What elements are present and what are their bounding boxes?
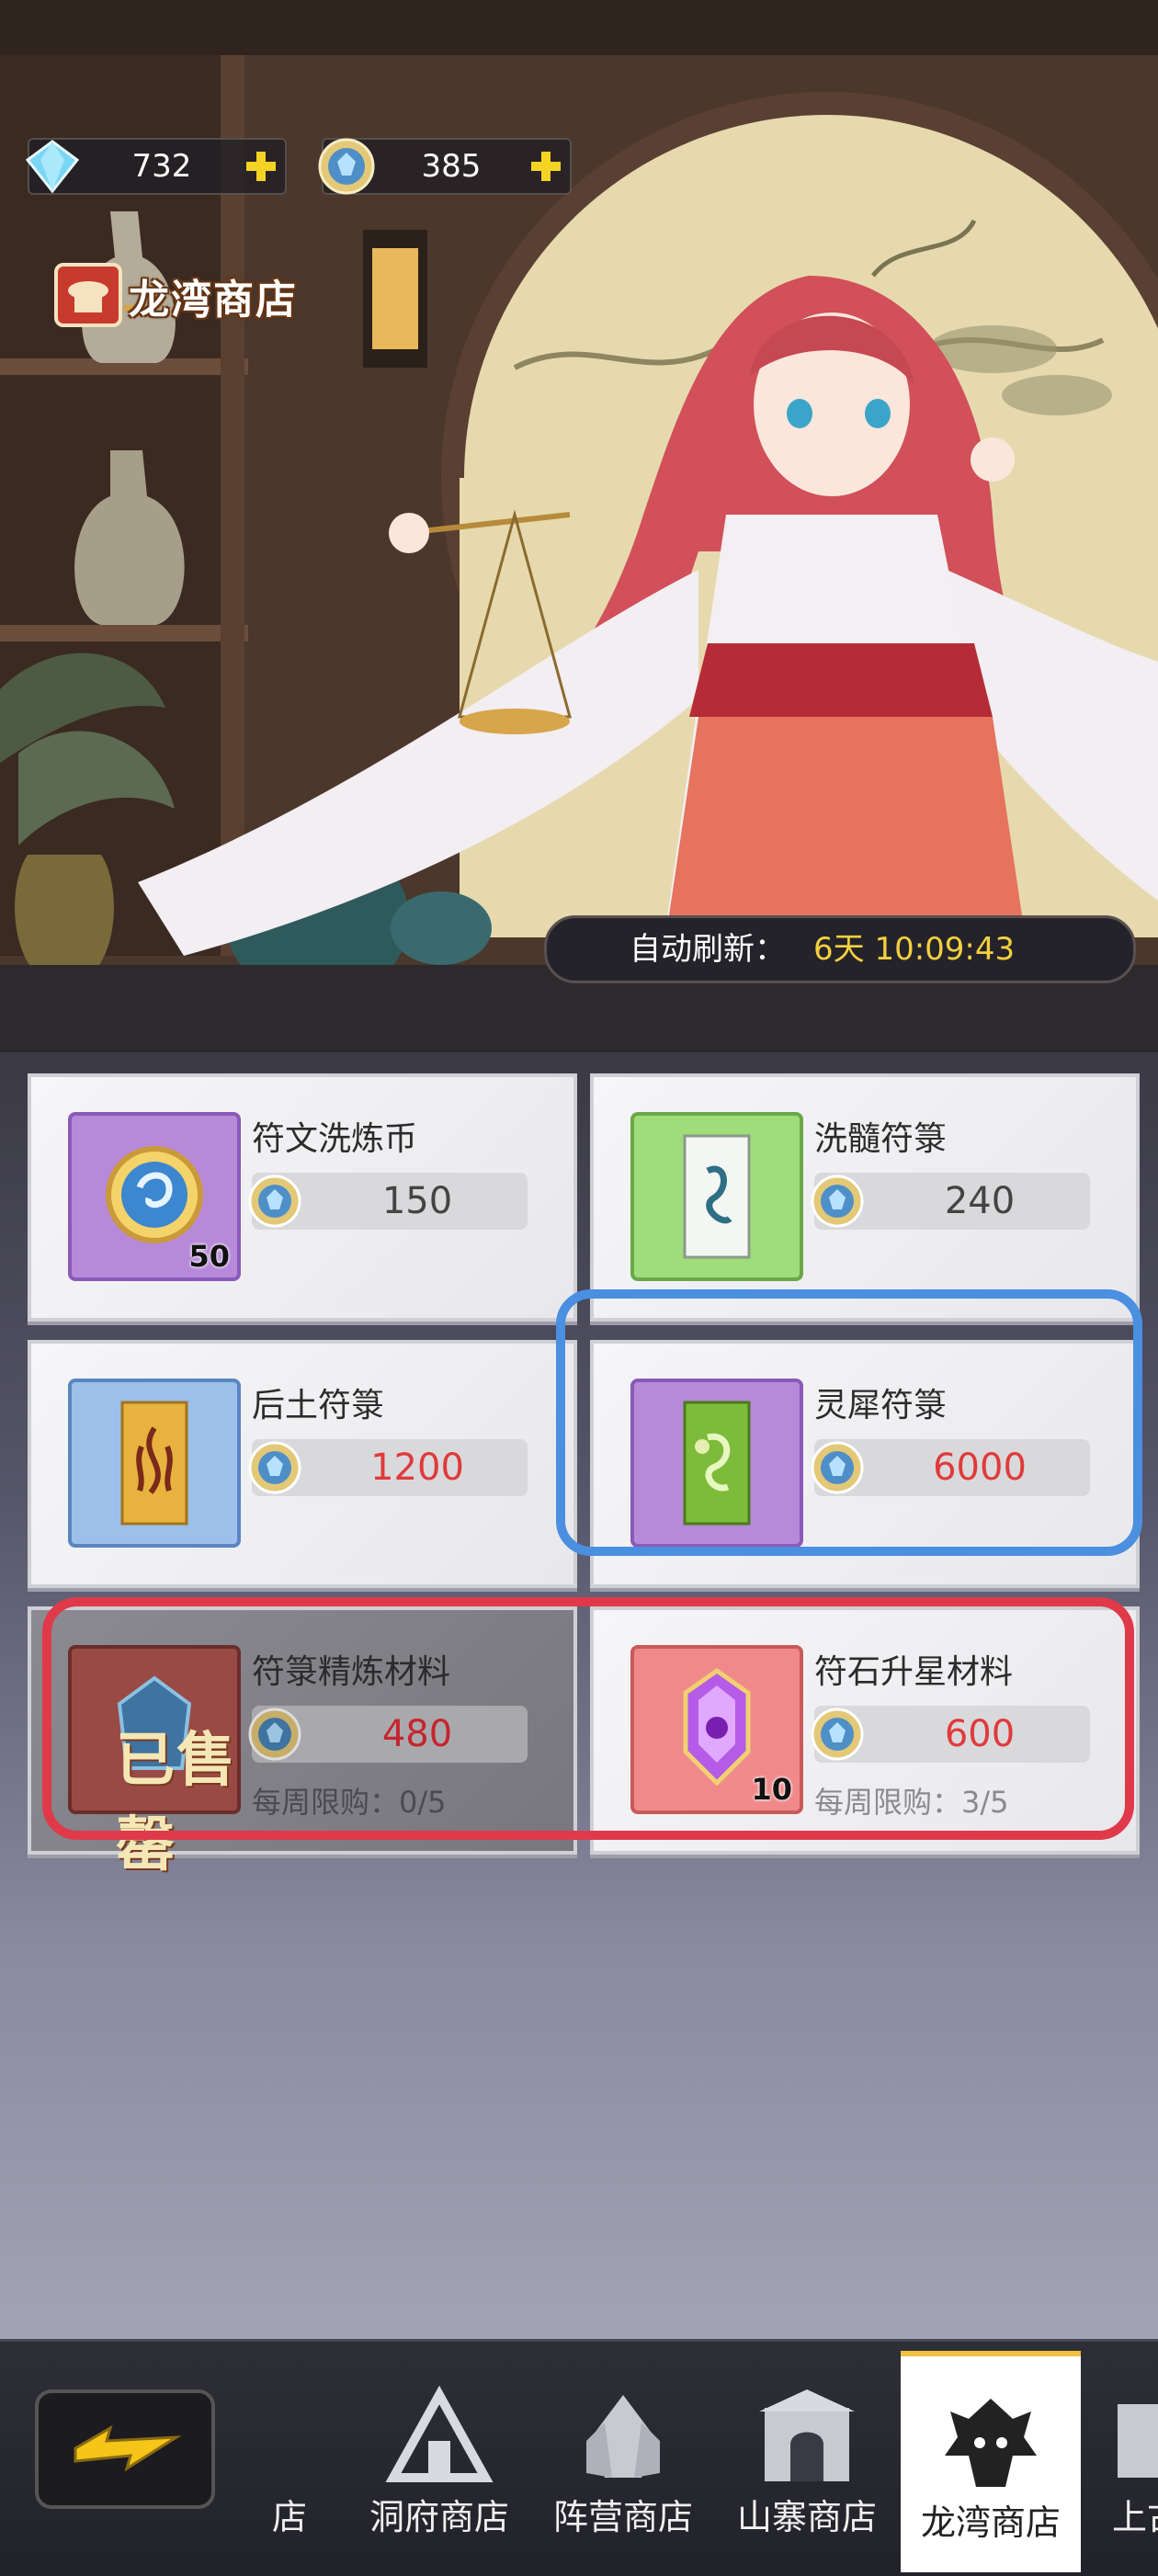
item-name: 后土符箓 — [252, 1387, 385, 1424]
tab-label: 山寨商店 — [736, 2497, 877, 2537]
lightning-arrow-icon — [74, 2424, 182, 2472]
tab-cave-shop[interactable]: 洞府商店 — [347, 2351, 531, 2567]
item-frame — [68, 1379, 241, 1548]
tab-fortress-shop[interactable]: 山寨商店 — [715, 2351, 899, 2567]
add-diamonds-icon[interactable] — [243, 148, 279, 185]
shop-item-card[interactable]: 洗髓符箓 240 — [590, 1073, 1140, 1322]
item-name: 符文洗炼币 — [252, 1120, 418, 1158]
diamond-count: 732 — [131, 148, 192, 185]
auto-refresh-timer: 自动刷新： 6天 10:09:43 — [544, 915, 1136, 983]
coin-count: 385 — [421, 148, 482, 185]
dragon-coin-icon — [248, 1441, 301, 1494]
dragon-coin-icon — [318, 138, 375, 195]
tab-shop-partial[interactable]: 店 — [237, 2351, 347, 2567]
tab-faction-shop[interactable]: 阵营商店 — [531, 2351, 715, 2567]
dragon-coin-icon — [811, 1175, 864, 1228]
dragon-coin-icon — [248, 1175, 301, 1228]
tab-label: 上古 — [1112, 2497, 1158, 2537]
talisman-green-icon — [683, 1134, 751, 1259]
item-quantity: 50 — [188, 1239, 230, 1274]
price-value: 1200 — [370, 1447, 464, 1489]
item-name: 洗髓符箓 — [814, 1120, 948, 1158]
item-price: 150 — [248, 1173, 528, 1230]
highlight-box-red — [42, 1597, 1134, 1840]
talisman-earth-icon — [120, 1401, 188, 1526]
item-frame: 50 — [68, 1112, 241, 1281]
refresh-label: 自动刷新： — [630, 931, 786, 968]
add-coins-icon[interactable] — [528, 148, 564, 185]
tab-label: 店 — [271, 2497, 307, 2537]
tab-dragon-bay-shop[interactable]: 龙湾商店 — [901, 2351, 1081, 2572]
dragon-head-icon — [945, 2399, 1037, 2487]
shop-badge-icon — [54, 263, 133, 327]
back-button[interactable] — [35, 2389, 215, 2509]
faction-crystal-icon — [586, 2395, 660, 2478]
price-value: 150 — [381, 1180, 453, 1222]
item-price: 1200 — [248, 1439, 528, 1496]
tab-label: 龙湾商店 — [920, 2502, 1061, 2543]
item-price: 240 — [811, 1173, 1090, 1230]
price-value: 240 — [944, 1180, 1016, 1222]
shop-banner: 732 385 龙湾商店 自动刷新： 6天 10:09:43 — [0, 0, 1158, 1052]
diamond-currency: 732 — [25, 138, 287, 195]
tab-label: 阵营商店 — [552, 2497, 693, 2537]
ancient-shop-icon — [1118, 2404, 1158, 2478]
shop-tab-bar: 店 洞府商店 阵营商店 山寨商店 龙湾商店 上 — [0, 2339, 1158, 2576]
fortress-gate-icon — [759, 2389, 855, 2481]
shop-item-card[interactable]: 50 符文洗炼币 150 — [28, 1073, 577, 1322]
cave-mansion-icon — [385, 2386, 494, 2482]
diamond-icon — [25, 140, 80, 194]
tab-label: 洞府商店 — [369, 2497, 509, 2537]
refresh-time: 6天 10:09:43 — [813, 931, 1016, 968]
shop-title: 龙湾商店 — [129, 277, 298, 323]
coin-currency: 385 — [318, 138, 572, 195]
shop-item-card[interactable]: 后土符箓 1200 — [28, 1340, 577, 1588]
tab-ancient-shop-partial[interactable]: 上古 — [1099, 2351, 1158, 2567]
highlight-box-blue — [556, 1289, 1142, 1556]
item-frame — [630, 1112, 803, 1281]
